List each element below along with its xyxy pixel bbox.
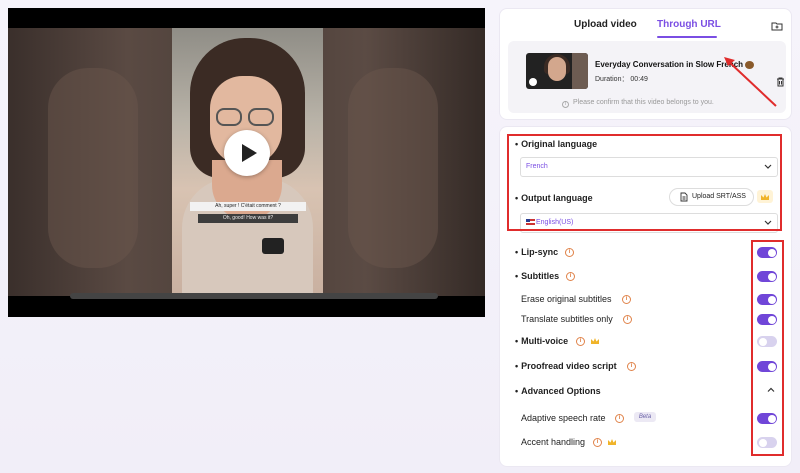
info-icon[interactable]: i — [615, 414, 624, 423]
advanced-options-label-text: Advanced Options — [521, 386, 601, 396]
adaptive-speech-toggle[interactable] — [757, 413, 777, 424]
toggle-knob — [767, 295, 776, 304]
chevron-down-icon — [764, 220, 772, 225]
thumbnail-play-icon — [529, 78, 537, 86]
thumbnail-side — [572, 53, 588, 89]
play-icon — [242, 144, 257, 162]
frame-microphone — [262, 238, 284, 254]
video-duration: Duration： 00:49 — [595, 76, 648, 83]
play-button[interactable] — [224, 130, 270, 176]
ownership-note-text: Please confirm that this video belongs t… — [573, 99, 714, 106]
lip-sync-label: • Lip-sync — [515, 247, 558, 257]
bullet: • — [515, 139, 519, 149]
subtitles-toggle[interactable] — [757, 271, 777, 282]
upload-srt-button[interactable]: Upload SRT/ASS — [669, 188, 754, 206]
accent-handling-toggle[interactable] — [757, 437, 777, 448]
toggle-knob — [758, 438, 767, 447]
info-icon[interactable]: i — [565, 248, 574, 257]
video-thumbnail[interactable] — [526, 53, 588, 89]
bullet: • — [515, 271, 519, 281]
ownership-note: i Please confirm that this video belongs … — [562, 99, 714, 108]
video-title-text: Everyday Conversation in Slow French — [595, 60, 744, 69]
background-shade-left — [48, 68, 138, 268]
subtitle-original: Ah, super ! C'était comment ? — [190, 202, 306, 211]
player-progress-bar[interactable] — [70, 293, 438, 299]
info-icon: i — [562, 101, 569, 108]
us-flag-icon — [526, 219, 535, 226]
info-icon[interactable]: i — [627, 362, 636, 371]
premium-badge — [757, 190, 773, 203]
multi-voice-label: • Multi-voice — [515, 336, 568, 346]
toggle-knob — [767, 414, 776, 423]
toggle-knob — [767, 248, 776, 257]
translate-subtitles-label: Translate subtitles only — [521, 314, 613, 324]
info-icon[interactable]: i — [622, 295, 631, 304]
adaptive-speech-label: Adaptive speech rate — [521, 413, 606, 423]
bullet: • — [515, 386, 519, 396]
toggle-knob — [758, 337, 767, 346]
bullet: • — [515, 193, 519, 203]
chevron-up-icon[interactable] — [767, 386, 775, 394]
info-icon[interactable]: i — [566, 272, 575, 281]
original-language-select[interactable]: French — [520, 157, 778, 177]
subtitles-label-text: Subtitles — [521, 271, 560, 281]
advanced-options-label[interactable]: • Advanced Options — [515, 386, 601, 396]
subtitle-translation: Oh, good! How was it? — [198, 214, 298, 223]
lip-sync-toggle[interactable] — [757, 247, 777, 258]
bullet: • — [515, 361, 519, 371]
original-language-value: French — [526, 163, 548, 170]
frame-glasses-right — [248, 108, 274, 126]
info-icon[interactable]: i — [593, 438, 602, 447]
beta-badge: Beta — [634, 412, 656, 422]
crown-icon — [761, 193, 769, 200]
chevron-down-icon — [764, 164, 772, 169]
subtitles-label: • Subtitles — [515, 271, 559, 281]
original-language-label: • Original language — [515, 139, 597, 149]
crown-icon — [608, 439, 616, 445]
output-language-label-text: Output language — [521, 193, 593, 203]
annotation-arrow — [724, 57, 777, 107]
thumbnail-face — [548, 57, 566, 81]
toggle-knob — [767, 315, 776, 324]
proofread-toggle[interactable] — [757, 361, 777, 372]
bullet: • — [515, 247, 519, 257]
tab-through-url[interactable]: Through URL — [657, 19, 721, 30]
accent-handling-label: Accent handling — [521, 437, 586, 447]
background-shade-right — [348, 68, 438, 268]
multi-voice-label-text: Multi-voice — [521, 336, 569, 346]
erase-subtitles-label: Erase original subtitles — [521, 294, 612, 304]
original-language-label-text: Original language — [521, 139, 598, 149]
output-language-label: • Output language — [515, 193, 593, 203]
document-icon — [680, 192, 688, 202]
toggle-knob — [767, 362, 776, 371]
info-icon[interactable]: i — [576, 337, 585, 346]
erase-subtitles-toggle[interactable] — [757, 294, 777, 305]
active-tab-indicator — [657, 36, 717, 38]
tab-upload-video[interactable]: Upload video — [574, 19, 637, 30]
output-language-select[interactable]: English(US) — [520, 213, 778, 233]
folder-icon[interactable] — [771, 21, 783, 31]
lip-sync-label-text: Lip-sync — [521, 247, 559, 257]
translate-subtitles-toggle[interactable] — [757, 314, 777, 325]
frame-glasses-left — [216, 108, 242, 126]
crown-icon — [591, 338, 599, 344]
info-icon[interactable]: i — [623, 315, 632, 324]
output-language-value: English(US) — [536, 219, 574, 226]
bullet: • — [515, 336, 519, 346]
toggle-knob — [767, 272, 776, 281]
proofread-label-text: Proofread video script — [521, 361, 617, 371]
upload-srt-label: Upload SRT/ASS — [692, 193, 746, 200]
proofread-label: • Proofread video script — [515, 361, 617, 371]
multi-voice-toggle[interactable] — [757, 336, 777, 347]
